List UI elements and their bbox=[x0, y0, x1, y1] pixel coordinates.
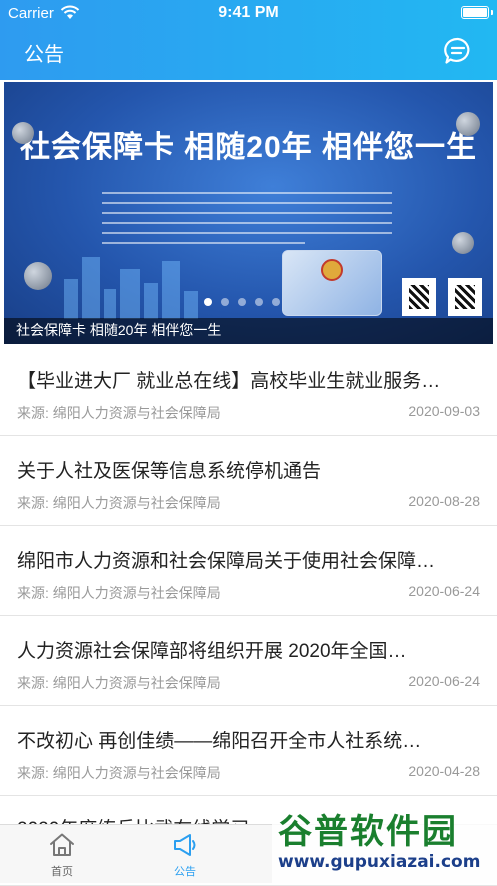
watermark-url: www.gupuxiazai.com bbox=[278, 852, 481, 872]
tab-home-label: 首页 bbox=[51, 866, 73, 878]
news-source: 来源: 绵阳人力资源与社会保障局 bbox=[17, 585, 221, 601]
list-item[interactable]: 绵阳市人力资源和社会保障局关于使用社会保障… 来源: 绵阳人力资源与社会保障局 … bbox=[0, 526, 497, 616]
watermark-title: 谷普软件园 bbox=[278, 812, 458, 852]
carousel-dot[interactable] bbox=[255, 298, 263, 306]
news-date: 2020-04-28 bbox=[408, 763, 480, 779]
banner-headline: 社会保障卡 相随20年 相伴您一生 bbox=[19, 131, 478, 164]
news-date: 2020-08-28 bbox=[408, 493, 480, 509]
decor-sphere bbox=[12, 122, 34, 144]
banner-skyline bbox=[64, 249, 224, 319]
carousel-dot[interactable] bbox=[238, 298, 246, 306]
news-source: 来源: 绵阳人力资源与社会保障局 bbox=[17, 405, 221, 421]
app-header: Carrier 9:41 PM 公告 bbox=[0, 0, 497, 80]
news-date: 2020-09-03 bbox=[408, 403, 480, 419]
site-watermark: 谷普软件园 www.gupuxiazai.com bbox=[272, 800, 497, 883]
chat-bubble-icon[interactable] bbox=[443, 36, 473, 66]
news-title: 关于人社及医保等信息系统停机通告 bbox=[17, 461, 322, 482]
battery-icon bbox=[461, 6, 493, 19]
list-item[interactable]: 关于人社及医保等信息系统停机通告 来源: 绵阳人力资源与社会保障局 2020-0… bbox=[0, 436, 497, 526]
decor-sphere bbox=[452, 232, 474, 254]
tab-notice-label: 公告 bbox=[174, 866, 196, 878]
news-date: 2020-06-24 bbox=[408, 673, 480, 689]
megaphone-icon bbox=[174, 834, 196, 856]
banner-body-text bbox=[102, 192, 392, 252]
list-item[interactable]: 不改初心 再创佳绩——绵阳召开全市人社系统… 来源: 绵阳人力资源与社会保障局 … bbox=[0, 706, 497, 796]
news-source: 来源: 绵阳人力资源与社会保障局 bbox=[17, 765, 221, 781]
clock: 9:41 PM bbox=[218, 4, 279, 21]
banner-carousel[interactable]: 社会保障卡 相随20年 相伴您一生 社会保障卡 相随20年 相伴您一生 bbox=[4, 82, 493, 344]
news-date: 2020-06-24 bbox=[408, 583, 480, 599]
home-icon bbox=[50, 833, 74, 856]
carousel-dot[interactable] bbox=[204, 298, 212, 306]
social-security-card-image bbox=[282, 250, 382, 316]
decor-sphere bbox=[456, 112, 480, 136]
news-source: 来源: 绵阳人力资源与社会保障局 bbox=[17, 495, 221, 511]
carousel-dot[interactable] bbox=[272, 298, 280, 306]
tab-notice[interactable]: 公告 bbox=[150, 831, 220, 879]
qr-code-image bbox=[448, 278, 482, 316]
decor-sphere bbox=[24, 262, 52, 290]
status-bar: Carrier 9:41 PM bbox=[0, 0, 497, 26]
news-title: 绵阳市人力资源和社会保障局关于使用社会保障… bbox=[17, 551, 436, 572]
page-title: 公告 bbox=[24, 44, 64, 66]
list-item[interactable]: 人力资源社会保障部将组织开展 2020年全国… 来源: 绵阳人力资源与社会保障局… bbox=[0, 616, 497, 706]
list-item[interactable]: 【毕业进大厂 就业总在线】高校毕业生就业服务… 来源: 绵阳人力资源与社会保障局… bbox=[0, 346, 497, 436]
tab-home[interactable]: 首页 bbox=[27, 831, 97, 879]
national-emblem-icon bbox=[321, 259, 343, 281]
carousel-dot[interactable] bbox=[221, 298, 229, 306]
carousel-dots[interactable] bbox=[204, 293, 289, 311]
news-title: 人力资源社会保障部将组织开展 2020年全国… bbox=[17, 641, 407, 662]
news-title: 不改初心 再创佳绩——绵阳召开全市人社系统… bbox=[17, 731, 422, 752]
news-source: 来源: 绵阳人力资源与社会保障局 bbox=[17, 675, 221, 691]
qr-code-image bbox=[402, 278, 436, 316]
banner-caption: 社会保障卡 相随20年 相伴您一生 bbox=[16, 322, 222, 338]
news-title: 【毕业进大厂 就业总在线】高校毕业生就业服务… bbox=[17, 371, 441, 392]
